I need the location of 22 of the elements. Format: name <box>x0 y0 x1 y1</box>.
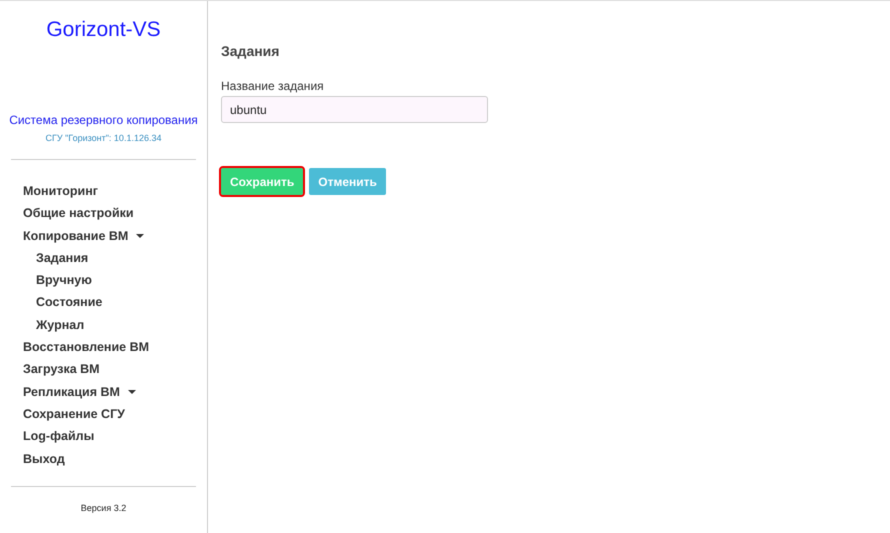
menu-item[interactable]: Копирование ВМ <box>23 224 144 247</box>
menu-item[interactable]: Мониторинг <box>23 180 98 202</box>
submenu-item[interactable]: Журнал <box>36 314 84 336</box>
menu-item[interactable]: Log-файлы <box>23 425 94 448</box>
app-subtitle: Система резервного копирования <box>8 113 199 127</box>
menu-item[interactable]: Выход <box>23 448 65 470</box>
app-logo: Gorizont-VS <box>45 18 162 43</box>
submenu-item[interactable]: Задания <box>36 246 88 270</box>
caret-icon <box>128 390 136 394</box>
input-field[interactable]: ubuntu <box>221 96 488 123</box>
menu-item[interactable]: Репликация ВМ <box>23 380 136 403</box>
caret-icon <box>136 234 144 238</box>
field-label: Название задания <box>221 79 325 93</box>
submenu-item[interactable]: Вручную <box>36 269 92 292</box>
submenu-item[interactable]: Состояние <box>36 291 102 314</box>
menu-item[interactable]: Общие настройки <box>23 202 134 225</box>
server-address: СГУ "Горизонт": 10.1.126.34 <box>44 133 162 143</box>
menu-item[interactable]: Восстановление ВМ <box>23 336 150 358</box>
page-heading: Задания <box>221 43 280 59</box>
menu-item[interactable]: Загрузка ВМ <box>23 358 100 381</box>
version-label: Версия 3.2 <box>80 502 128 513</box>
menu-item[interactable]: Сохранение СГУ <box>23 402 125 426</box>
